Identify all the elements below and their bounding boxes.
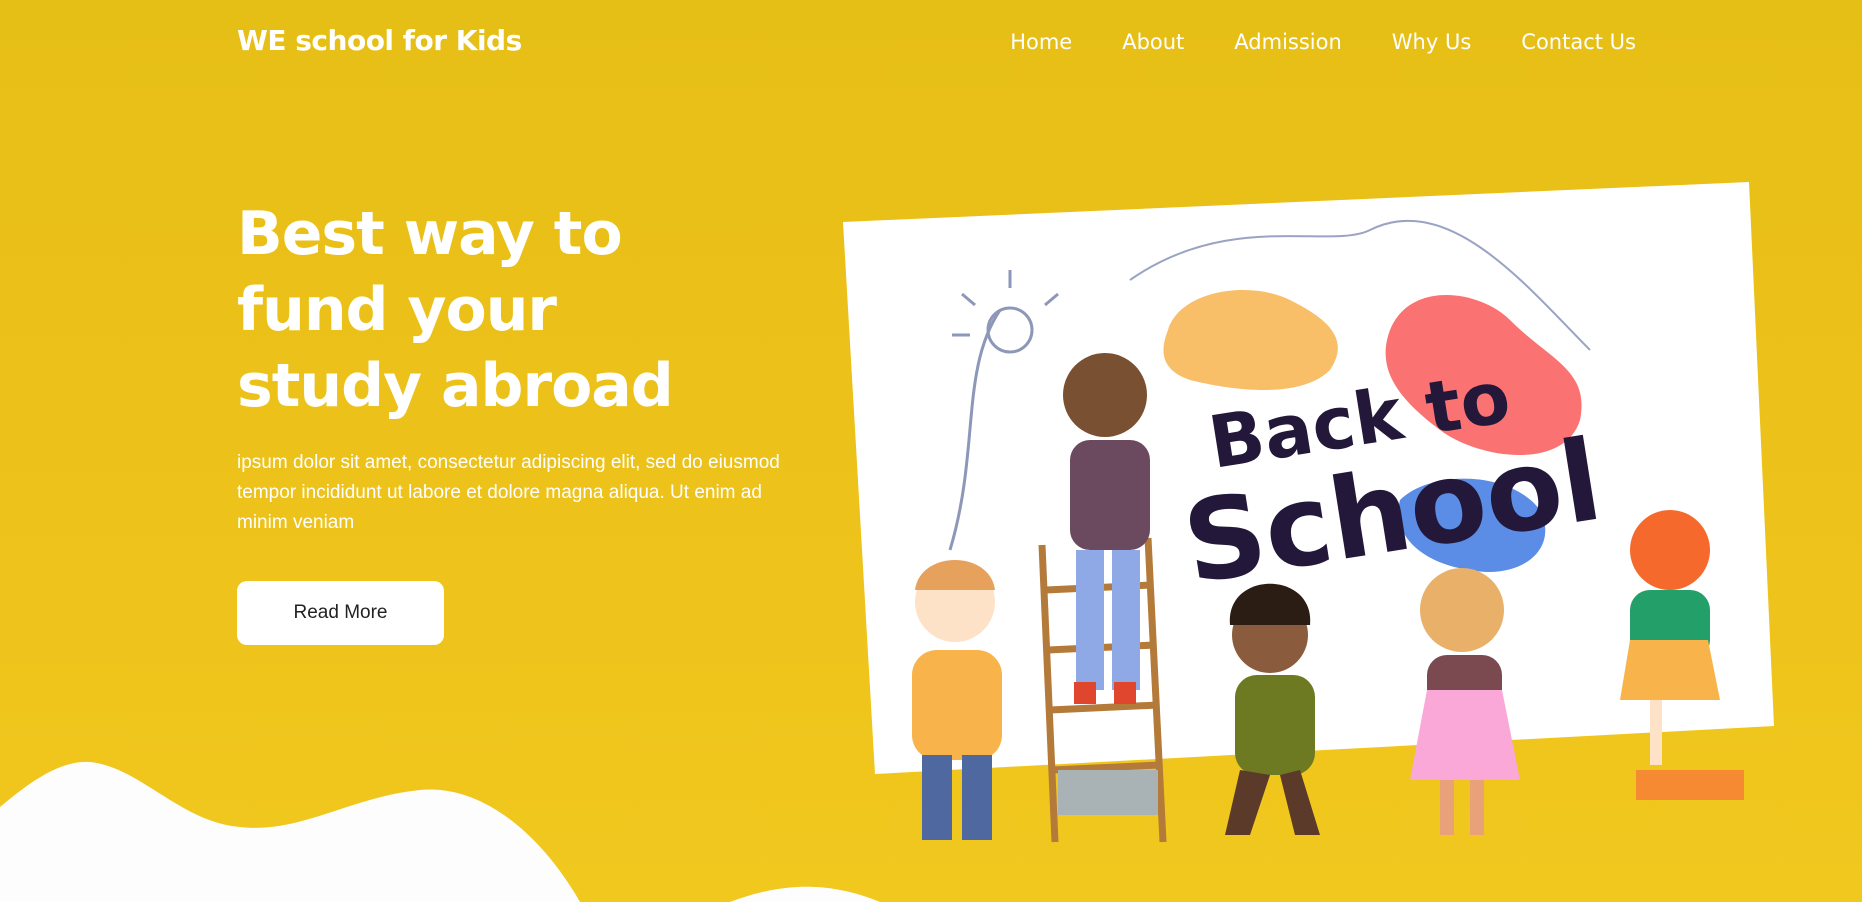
nav-why-us[interactable]: Why Us — [1392, 30, 1472, 54]
site-header: WE school for Kids Home About Admission … — [0, 0, 1862, 90]
hero-title: Best way to fund your study abroad — [237, 196, 674, 424]
read-more-button[interactable]: Read More — [237, 581, 444, 645]
main-nav: Home About Admission Why Us Contact Us — [1010, 30, 1636, 54]
hero-description: ipsum dolor sit amet, consectetur adipis… — [237, 452, 780, 533]
bottom-wave — [0, 761, 880, 902]
nav-admission[interactable]: Admission — [1234, 30, 1342, 54]
site-logo[interactable]: WE school for Kids — [237, 24, 522, 57]
hero-title-line: fund your — [237, 275, 557, 345]
nav-home[interactable]: Home — [1010, 30, 1072, 54]
nav-contact-us[interactable]: Contact Us — [1521, 30, 1636, 54]
hero-title-line: Best way to — [237, 199, 623, 269]
nav-about[interactable]: About — [1122, 30, 1184, 54]
hero-title-line: study abroad — [237, 351, 674, 421]
